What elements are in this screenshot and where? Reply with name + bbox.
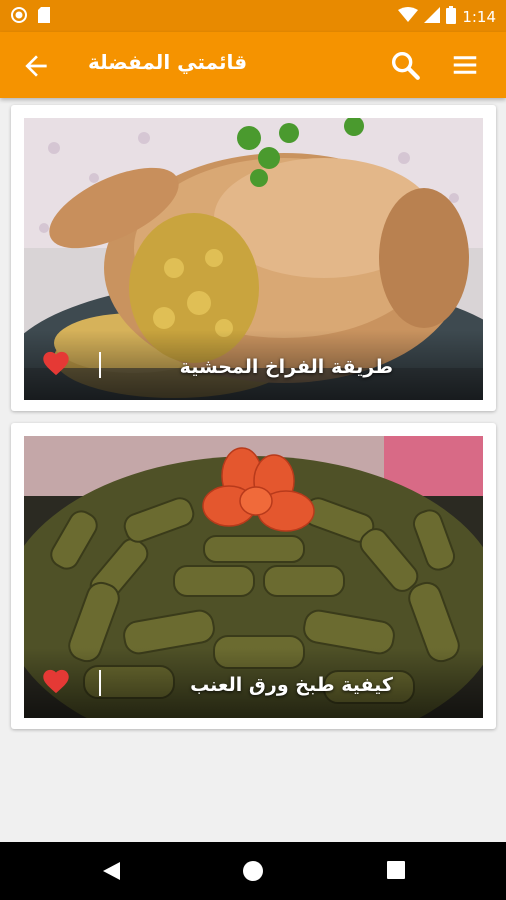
battery-icon: [446, 6, 457, 28]
nav-home-button[interactable]: [242, 860, 264, 886]
recipe-card[interactable]: طريقة الفراخ المحشية: [11, 105, 496, 411]
nav-recents-button[interactable]: [386, 860, 406, 884]
nav-recents-icon: [387, 861, 405, 879]
app-bar: قائمتي المفضلة: [0, 32, 506, 98]
recipe-image: [24, 118, 483, 400]
sd-card-icon: [36, 6, 52, 28]
nav-back-button[interactable]: [100, 860, 122, 886]
favorites-list: طريقة الفراخ المحشية كيفية طبخ ورق العنب: [0, 98, 506, 842]
recipe-image: [24, 436, 483, 718]
back-arrow-icon: [25, 55, 47, 77]
search-button[interactable]: [388, 48, 422, 82]
status-bar: 1:14: [0, 0, 506, 32]
nav-home-icon: [243, 861, 263, 881]
page-title: قائمتي المفضلة: [88, 50, 248, 74]
back-button[interactable]: [20, 50, 52, 82]
wifi-icon: [398, 7, 419, 27]
nav-back-icon: [103, 862, 120, 880]
heart-icon: [43, 669, 69, 694]
search-icon: [391, 51, 420, 80]
favorite-button[interactable]: [40, 348, 74, 378]
favorite-button[interactable]: [40, 666, 74, 696]
menu-button[interactable]: [450, 50, 480, 80]
system-nav-bar: [0, 842, 506, 900]
heart-icon: [43, 351, 69, 376]
recipe-card[interactable]: كيفية طبخ ورق العنب: [11, 423, 496, 729]
signal-icon: [424, 7, 441, 27]
status-time: 1:14: [462, 8, 496, 26]
caption-overlay: [24, 330, 483, 400]
caption-overlay: [24, 648, 483, 718]
circle-notification-icon: [10, 6, 28, 28]
menu-icon: [453, 56, 477, 74]
